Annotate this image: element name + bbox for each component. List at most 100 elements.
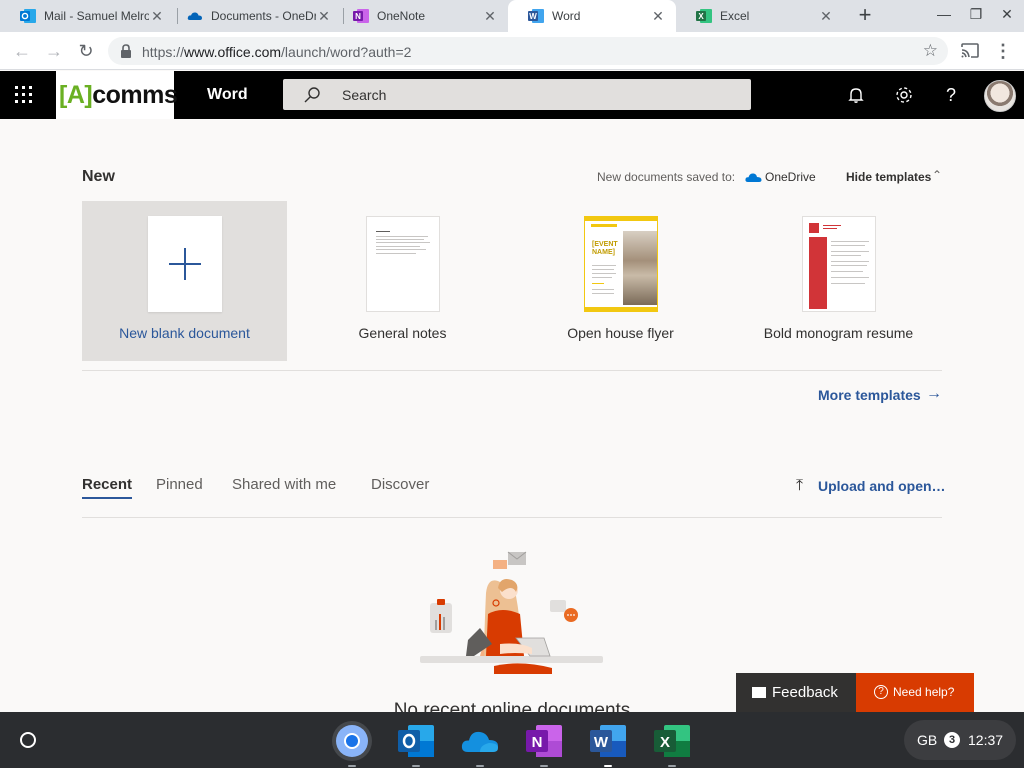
logo-mark: [A] xyxy=(59,81,93,109)
user-avatar[interactable] xyxy=(984,80,1016,112)
close-icon[interactable]: ✕ xyxy=(149,8,165,25)
running-indicator xyxy=(476,765,484,767)
template-label: New blank document xyxy=(119,325,250,341)
shelf-app-onedrive[interactable] xyxy=(460,721,500,767)
browser-tab-excel[interactable]: X Excel ✕ xyxy=(676,0,844,32)
svg-text:N: N xyxy=(532,734,543,751)
forward-icon[interactable]: → xyxy=(43,40,65,62)
hide-templates-button[interactable]: Hide templates xyxy=(846,170,931,184)
app-launcher-icon[interactable] xyxy=(14,85,34,105)
browser-tab-mail[interactable]: Mail - Samuel Melro ✕ xyxy=(0,0,175,32)
more-templates-link[interactable]: More templates xyxy=(818,387,921,403)
need-help-label: Need help? xyxy=(893,685,955,699)
tab-title: OneNote xyxy=(377,9,426,23)
search-placeholder: Search xyxy=(342,87,387,103)
template-label: Open house flyer xyxy=(567,325,674,341)
browser-tab-word[interactable]: W Word ✕ xyxy=(508,0,676,32)
chevron-up-icon[interactable]: ⌃ xyxy=(932,168,942,182)
browser-menu-icon[interactable]: ⋮ xyxy=(992,40,1014,62)
clock: 12:37 xyxy=(968,732,1004,748)
need-help-button[interactable]: ? Need help? xyxy=(856,673,974,712)
feedback-button[interactable]: Feedback xyxy=(736,673,856,712)
template-label: General notes xyxy=(358,325,447,341)
tabs-divider xyxy=(82,517,942,518)
word-icon: W xyxy=(528,9,544,23)
bold-monogram-resume-thumbnail xyxy=(802,216,876,312)
template-new-blank-document[interactable]: New blank document xyxy=(82,201,287,361)
template-open-house-flyer[interactable]: [EVENT NAME] Open house flyer xyxy=(518,201,723,361)
tab-title: Documents - OneDri xyxy=(211,9,316,23)
back-icon[interactable]: ← xyxy=(11,40,33,62)
reload-icon[interactable]: ↻ xyxy=(75,40,97,62)
feedback-label: Feedback xyxy=(772,684,838,701)
blank-document-thumbnail xyxy=(148,216,222,312)
svg-text:W: W xyxy=(529,12,537,21)
close-window-icon[interactable]: ✕ xyxy=(997,6,1017,23)
upload-icon[interactable]: ⤒ xyxy=(796,477,803,495)
close-icon[interactable]: ✕ xyxy=(650,8,666,25)
address-bar[interactable]: https://www.office.com/launch/word?auth=… xyxy=(108,37,948,65)
shelf-app-word[interactable]: W xyxy=(588,721,628,767)
tab-pinned[interactable]: Pinned xyxy=(156,476,203,493)
help-icon[interactable]: ? xyxy=(940,84,962,106)
minimize-icon[interactable]: — xyxy=(934,6,954,22)
bookmark-star-icon[interactable]: ☆ xyxy=(923,41,938,61)
url-host: www.office.com xyxy=(184,44,282,60)
svg-text:W: W xyxy=(594,734,609,751)
tab-title: Mail - Samuel Melro xyxy=(44,9,149,23)
close-icon[interactable]: ✕ xyxy=(482,8,498,25)
saved-to-label: New documents saved to: xyxy=(597,170,736,184)
status-tray[interactable]: GB 3 12:37 xyxy=(904,720,1016,760)
running-indicator xyxy=(668,765,676,767)
tab-title: Excel xyxy=(720,9,750,23)
svg-text:N: N xyxy=(355,12,361,21)
onedrive-icon xyxy=(745,173,762,182)
tab-discover[interactable]: Discover xyxy=(371,476,429,493)
excel-icon: X xyxy=(654,725,690,757)
close-icon[interactable]: ✕ xyxy=(818,8,834,25)
cast-icon[interactable] xyxy=(961,43,979,58)
excel-icon: X xyxy=(696,9,712,23)
shelf-app-outlook[interactable] xyxy=(396,721,436,767)
general-notes-thumbnail xyxy=(366,216,440,312)
saved-to-location[interactable]: OneDrive xyxy=(765,170,816,184)
notifications-bell-icon[interactable] xyxy=(845,84,867,106)
browser-tab-onedrive[interactable]: Documents - OneDri ✕ xyxy=(167,0,342,32)
plus-icon-vertical xyxy=(184,248,186,280)
app-name[interactable]: Word xyxy=(207,86,248,104)
close-icon[interactable]: ✕ xyxy=(316,8,332,25)
browser-tab-onenote[interactable]: N OneNote ✕ xyxy=(333,0,508,32)
url-path: /launch/word?auth=2 xyxy=(281,44,412,60)
arrow-right-icon[interactable]: → xyxy=(926,385,942,403)
lock-icon xyxy=(121,44,131,58)
shelf-app-excel[interactable]: X xyxy=(652,721,692,767)
tab-recent[interactable]: Recent xyxy=(82,476,132,493)
chrome-icon xyxy=(332,721,372,761)
launcher-icon[interactable] xyxy=(20,732,36,748)
shelf-app-onenote[interactable]: N xyxy=(524,721,564,767)
keyboard-layout: GB xyxy=(917,732,938,748)
browser-toolbar: ← → ↻ https://www.office.com/launch/word… xyxy=(0,32,1024,70)
upload-and-open-button[interactable]: Upload and open… xyxy=(818,478,946,494)
settings-gear-icon[interactable] xyxy=(893,84,915,106)
search-box[interactable]: Search xyxy=(283,79,751,110)
open-house-flyer-thumbnail: [EVENT NAME] xyxy=(584,216,658,312)
onenote-icon: N xyxy=(526,725,562,757)
template-bold-monogram-resume[interactable]: Bold monogram resume xyxy=(736,201,941,361)
outlook-icon xyxy=(398,725,434,757)
new-tab-button[interactable]: + xyxy=(853,4,877,28)
feedback-speech-icon xyxy=(752,687,766,698)
onenote-icon: N xyxy=(353,9,369,23)
shelf-app-chrome[interactable] xyxy=(332,721,372,767)
flyer-event-name: [EVENT NAME] xyxy=(592,241,618,256)
tab-shared-with-me[interactable]: Shared with me xyxy=(232,476,336,493)
url-text: https://www.office.com/launch/word?auth=… xyxy=(142,44,411,60)
restore-icon[interactable]: ❐ xyxy=(966,6,986,23)
template-general-notes[interactable]: General notes xyxy=(300,201,505,361)
active-tab-indicator xyxy=(82,497,132,499)
organization-logo[interactable]: [A]comms xyxy=(56,71,178,119)
search-icon xyxy=(304,87,320,103)
logo-text: comms xyxy=(92,81,178,109)
url-scheme: https:// xyxy=(142,44,185,60)
running-indicator xyxy=(604,765,612,767)
